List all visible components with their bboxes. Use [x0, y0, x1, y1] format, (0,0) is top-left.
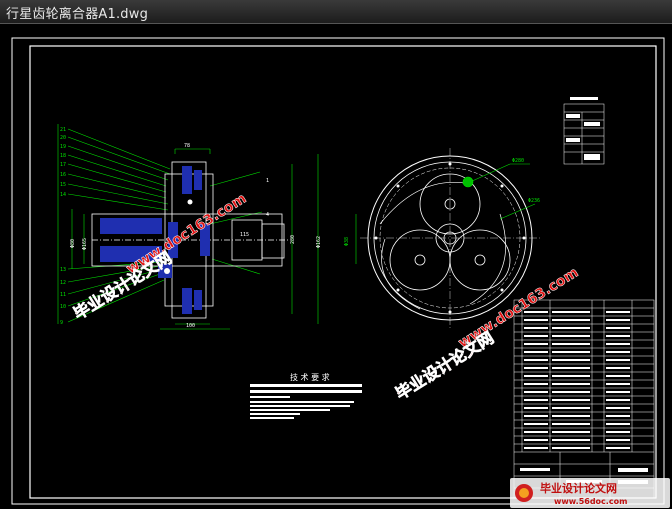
svg-text:280: 280: [290, 235, 296, 244]
window-titlebar: 行星齿轮离合器A1.dwg: [0, 0, 672, 24]
svg-text:Φ165: Φ165: [82, 238, 88, 250]
logo-url-text: www.56doc.com: [554, 497, 627, 506]
part-number: 17: [60, 162, 66, 168]
parameter-table: [563, 97, 605, 165]
technical-requirements: 技 术 要 求: [250, 372, 362, 419]
parts-list: [513, 299, 655, 499]
part-number: 13: [60, 267, 66, 273]
part-number: 15: [60, 182, 66, 188]
part-number: 20: [60, 135, 66, 141]
svg-text:115: 115: [240, 232, 249, 238]
window-title: 行星齿轮离合器A1.dwg: [6, 7, 149, 22]
svg-text:Φ162: Φ162: [316, 236, 322, 248]
svg-text:Φ38: Φ38: [344, 237, 350, 246]
svg-text:Φ280: Φ280: [512, 158, 524, 164]
svg-text:1: 1: [266, 178, 269, 184]
cad-drawing: 21 20 19 18 17 16 15 14 13 12 11 10 9 11…: [11, 37, 665, 505]
part-number: 21: [60, 127, 66, 133]
svg-text:Φ236: Φ236: [528, 198, 540, 204]
planetary-gear-view: Φ280 Φ236 Φ38: [344, 148, 540, 328]
part-number: 14: [60, 192, 66, 198]
logo-cn-text: 毕业设计论文网: [540, 481, 617, 495]
svg-text:78: 78: [184, 143, 190, 149]
part-number: 16: [60, 172, 66, 178]
tech-req-title: 技 术 要 求: [290, 372, 330, 382]
part-number: 10: [60, 304, 66, 310]
part-number: 11: [60, 292, 66, 298]
drawing-canvas[interactable]: 21 20 19 18 17 16 15 14 13 12 11 10 9 11…: [0, 24, 672, 509]
watermark-cn-2: 毕业设计论文网: [392, 328, 497, 403]
svg-text:Φ80: Φ80: [70, 239, 76, 248]
part-number: 9: [60, 320, 63, 326]
part-number: 12: [60, 280, 66, 286]
part-number: 19: [60, 144, 66, 150]
svg-text:100: 100: [186, 323, 195, 329]
site-logo: 毕业设计论文网 www.56doc.com: [510, 478, 670, 508]
part-number: 18: [60, 153, 66, 159]
svg-text:4: 4: [266, 212, 269, 218]
